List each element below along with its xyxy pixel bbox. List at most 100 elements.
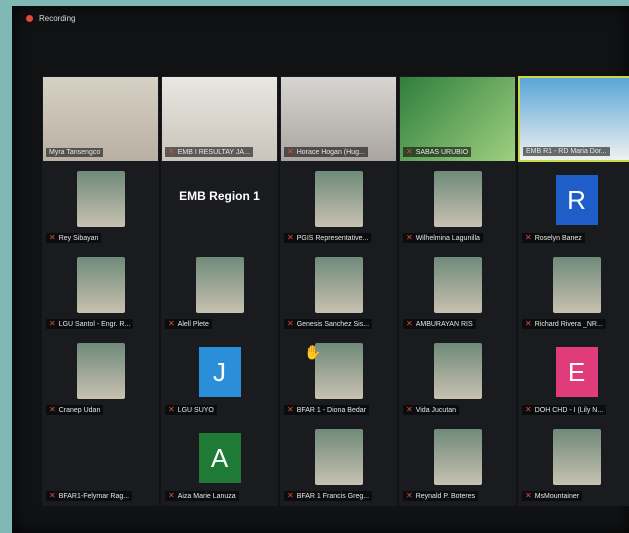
participant-tile[interactable]: ✕ BFAR 1 - Diona Bedar — [280, 334, 397, 420]
participant-tile[interactable]: ✕ MsMountainer — [518, 420, 629, 506]
participant-name: Roselyn Banez — [534, 234, 582, 242]
muted-mic-icon: ✕ — [49, 233, 56, 242]
recording-dot-icon — [26, 15, 33, 22]
participant-tile[interactable]: ✕ Reynald P. Boteres — [399, 420, 516, 506]
muted-mic-icon: ✕ — [49, 319, 56, 328]
participant-tile[interactable]: ✕ LGU Santol - Engr. R... — [42, 248, 159, 334]
participant-tile[interactable]: ✕ Alell Plete — [161, 248, 278, 334]
muted-mic-icon: ✕ — [406, 233, 413, 242]
participant-tile[interactable]: ✕ BFAR 1 Francis Greg... — [280, 420, 397, 506]
participant-tile[interactable]: ✕ BFAR1-Felymar Rag... — [42, 420, 159, 506]
participant-photo — [552, 257, 601, 313]
participant-tile[interactable]: E ✕ DOH CHD - I (Lily N... — [518, 334, 629, 420]
participant-name: EMB I RESULTAY JA... — [177, 148, 250, 156]
participant-tile[interactable]: ✕ SABAS URUBIO — [399, 76, 516, 162]
participant-photo — [76, 171, 125, 227]
participant-photo — [433, 257, 482, 313]
participant-tile[interactable]: EMB Region 1 — [161, 162, 278, 248]
participant-name-label: ✕ LGU Santol - Engr. R... — [46, 319, 134, 329]
participant-name: LGU Santol - Engr. R... — [58, 320, 131, 328]
participant-name-label: ✕ LGU SUYO — [165, 405, 217, 415]
participant-name: Reynald P. Boteres — [415, 492, 476, 500]
participant-name: MsMountainer — [534, 492, 580, 500]
participant-tile[interactable]: ✕ Wilhelmina Lagunilla — [399, 162, 516, 248]
participant-name-label: ✕ BFAR 1 Francis Greg... — [284, 491, 373, 501]
muted-mic-icon: ✕ — [287, 491, 294, 500]
participant-photo — [433, 343, 482, 399]
participant-photo — [314, 429, 363, 485]
participant-name: PGIS Representative... — [296, 234, 369, 242]
participant-tile[interactable]: ✕ Cranep Udan — [42, 334, 159, 420]
participant-photo — [433, 171, 482, 227]
participant-name-label: ✕ Richard Rivera _NR... — [522, 319, 606, 329]
participant-name: Rey Sibayan — [58, 234, 99, 242]
participant-name: LGU SUYO — [177, 406, 214, 414]
participant-tile[interactable]: ✕ Genesis Sanchez Sis... — [280, 248, 397, 334]
participant-name-label: ✕ Reynald P. Boteres — [403, 491, 479, 501]
participant-display-name-large: EMB Region 1 — [179, 189, 260, 203]
participant-initial-avatar: J — [198, 347, 241, 397]
participant-name: AMBURAYAN RIS — [415, 320, 473, 328]
participant-photo — [314, 171, 363, 227]
participant-gallery: Myra Tansengco ✕ EMB I RESULTAY JA... ✕ Hora… — [42, 76, 629, 506]
participant-tile[interactable]: A ✕ Aiza Marie Lanuza — [161, 420, 278, 506]
muted-mic-icon: ✕ — [406, 147, 413, 156]
participant-name: Richard Rivera _NR... — [534, 320, 603, 328]
muted-mic-icon: ✕ — [168, 147, 175, 156]
muted-mic-icon: ✕ — [168, 319, 175, 328]
participant-name-label: ✕ Wilhelmina Lagunilla — [403, 233, 483, 243]
participant-name: EMB R1 - RD Maria Dor... — [526, 148, 607, 155]
participant-name-label: ✕ Rey Sibayan — [46, 233, 102, 243]
participant-name-label: ✕ SABAS URUBIO — [403, 147, 472, 157]
participant-tile[interactable]: EMB R1 - RD Maria Dor... — [518, 76, 629, 162]
participant-tile[interactable]: ✕ Vida Jucutan — [399, 334, 516, 420]
muted-mic-icon: ✕ — [49, 405, 56, 414]
participant-tile[interactable]: Myra Tansengco — [42, 76, 159, 162]
muted-mic-icon: ✕ — [525, 405, 532, 414]
muted-mic-icon: ✕ — [287, 405, 294, 414]
participant-photo — [76, 343, 125, 399]
participant-tile[interactable]: ✕ Horace Hogan (Hug... — [280, 76, 397, 162]
muted-mic-icon: ✕ — [525, 319, 532, 328]
participant-tile[interactable]: ✕ PGIS Representative... — [280, 162, 397, 248]
participant-tile[interactable]: R ✕ Roselyn Banez — [518, 162, 629, 248]
meeting-window: Recording Myra Tansengco ✕ EMB I RESULTAY … — [12, 6, 629, 533]
participant-name-label: ✕ BFAR 1 - Diona Bedar — [284, 405, 369, 415]
participant-photo — [314, 257, 363, 313]
participant-tile[interactable]: ✕ Rey Sibayan — [42, 162, 159, 248]
participant-name-label: ✕ Vida Jucutan — [403, 405, 460, 415]
participant-name-label: Myra Tansengco — [46, 148, 104, 157]
participant-tile[interactable]: ✕ AMBURAYAN RIS — [399, 248, 516, 334]
muted-mic-icon: ✕ — [406, 405, 413, 414]
muted-mic-icon: ✕ — [287, 147, 294, 156]
participant-name: DOH CHD - I (Lily N... — [534, 406, 604, 414]
participant-name-label: ✕ DOH CHD - I (Lily N... — [522, 405, 607, 415]
participant-name-label: ✕ AMBURAYAN RIS — [403, 319, 476, 329]
participant-name-label: ✕ Roselyn Banez — [522, 233, 585, 243]
participant-name: Aiza Marie Lanuza — [177, 492, 236, 500]
recording-indicator[interactable]: Recording — [26, 14, 75, 23]
participant-name-label: ✕ Genesis Sanchez Sis... — [284, 319, 373, 329]
muted-mic-icon: ✕ — [406, 491, 413, 500]
muted-mic-icon: ✕ — [168, 405, 175, 414]
muted-mic-icon: ✕ — [168, 491, 175, 500]
participant-name: Vida Jucutan — [415, 406, 457, 414]
muted-mic-icon: ✕ — [287, 319, 294, 328]
participant-photo — [552, 429, 601, 485]
participant-name: BFAR1-Felymar Rag... — [58, 492, 130, 500]
participant-name: Horace Hogan (Hug... — [296, 148, 365, 156]
participant-photo — [195, 257, 244, 313]
participant-tile[interactable]: J ✕ LGU SUYO — [161, 334, 278, 420]
participant-photo — [314, 343, 363, 399]
participant-name-label: ✕ Cranep Udan — [46, 405, 104, 415]
participant-tile[interactable]: ✕ EMB I RESULTAY JA... — [161, 76, 278, 162]
participant-initial-avatar: A — [198, 433, 241, 483]
participant-name-label: ✕ EMB I RESULTAY JA... — [165, 147, 253, 157]
participant-name: SABAS URUBIO — [415, 148, 469, 156]
participant-tile[interactable]: ✕ Richard Rivera _NR... — [518, 248, 629, 334]
participant-name-label: ✕ Aiza Marie Lanuza — [165, 491, 239, 501]
participant-name-label: ✕ Alell Plete — [165, 319, 212, 329]
participant-initial-avatar: R — [555, 175, 598, 225]
recording-label: Recording — [39, 14, 76, 23]
participant-name: Myra Tansengco — [49, 149, 101, 156]
